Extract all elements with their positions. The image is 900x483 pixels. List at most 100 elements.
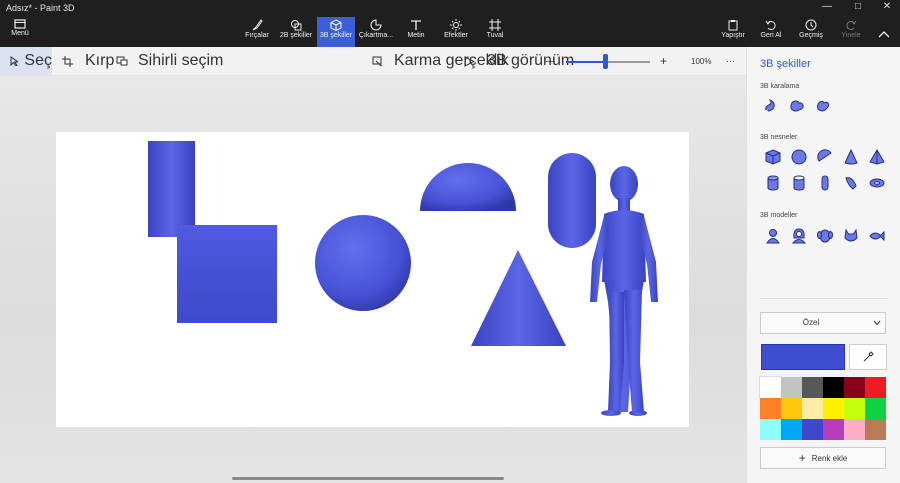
color-swatch[interactable]	[781, 419, 802, 440]
eyedropper-icon	[863, 351, 874, 362]
fish-icon[interactable]	[867, 226, 887, 246]
cat-icon[interactable]	[841, 226, 861, 246]
undo-button[interactable]: Geri Al	[752, 17, 790, 47]
redo-button[interactable]: Yinele	[832, 17, 870, 47]
color-swatch[interactable]	[844, 377, 865, 398]
history-label: Geçmiş	[799, 32, 823, 39]
tab-text[interactable]: Metin	[397, 17, 435, 47]
hemisphere-shape[interactable]	[420, 163, 516, 211]
cylinder-icon[interactable]	[763, 173, 783, 193]
drawing-canvas[interactable]	[56, 132, 689, 427]
zoom-slider-fill	[566, 61, 606, 63]
person-model[interactable]	[590, 166, 658, 416]
color-swatch[interactable]	[781, 377, 802, 398]
current-color-swatch[interactable]	[761, 344, 845, 370]
tab-stickers[interactable]: Çıkartma...	[357, 17, 395, 47]
sharp-doodle-icon[interactable]	[761, 95, 781, 115]
menu-button[interactable]: Menü	[2, 17, 38, 47]
tab-label: Efektler	[444, 32, 468, 39]
paste-button[interactable]: Yapıştır	[714, 17, 752, 47]
text-icon	[411, 20, 421, 30]
tab-canvas[interactable]: Tuval	[476, 17, 514, 47]
close-button[interactable]: ✕	[872, 1, 900, 15]
mixed-reality-icon	[372, 56, 383, 66]
paste-label: Yapıştır	[721, 32, 745, 39]
tab-label: Fırçalar	[245, 32, 269, 39]
cone-donut-icon[interactable]	[841, 173, 861, 193]
chevron-down-icon	[873, 320, 881, 326]
pyramid-icon[interactable]	[867, 147, 887, 167]
sphere-icon[interactable]	[789, 147, 809, 167]
man-icon[interactable]	[763, 226, 783, 246]
color-swatch[interactable]	[865, 398, 886, 419]
color-swatch[interactable]	[823, 398, 844, 419]
eyedropper-button[interactable]	[849, 344, 887, 370]
color-swatch[interactable]	[865, 377, 886, 398]
cone-icon[interactable]	[841, 147, 861, 167]
plus-icon: +	[798, 451, 806, 465]
3d-view-button[interactable]: 3B görünüm	[464, 47, 574, 75]
zoom-slider-thumb[interactable]	[603, 54, 609, 69]
tube-icon[interactable]	[789, 173, 809, 193]
woman-icon[interactable]	[789, 226, 809, 246]
tab-label: Tuval	[486, 32, 504, 39]
zoom-in-button[interactable]: +	[660, 47, 667, 75]
magic-select-tool[interactable]: Sihirli seçim	[116, 47, 223, 75]
color-swatch[interactable]	[823, 377, 844, 398]
minimize-button[interactable]: —	[812, 1, 842, 15]
redo-label: Yinele	[841, 32, 861, 39]
model-tools	[763, 226, 887, 246]
3d-doodle-label: 3B karalama	[760, 83, 800, 90]
hemisphere-icon[interactable]	[815, 147, 835, 167]
undo-label: Geri Al	[760, 32, 782, 39]
dog-icon[interactable]	[815, 226, 835, 246]
color-swatch[interactable]	[781, 398, 802, 419]
color-swatch[interactable]	[823, 419, 844, 440]
color-swatch[interactable]	[865, 419, 886, 440]
3d-objects-label: 3B nesneler	[760, 134, 798, 141]
paste-icon	[728, 20, 738, 31]
sphere-shape[interactable]	[315, 215, 411, 311]
color-swatch[interactable]	[844, 419, 865, 440]
add-color-button[interactable]: + Renk ekle	[760, 447, 886, 469]
tab-3d-shapes[interactable]: 3B şekiller	[317, 17, 355, 47]
material-dropdown[interactable]: Özel	[760, 312, 886, 334]
color-swatch[interactable]	[802, 419, 823, 440]
box-shape[interactable]	[177, 225, 277, 323]
maximize-button[interactable]: □	[843, 1, 873, 15]
donut-icon[interactable]	[867, 173, 887, 193]
tall-box-shape[interactable]	[148, 141, 195, 237]
cone-shape[interactable]	[471, 250, 566, 346]
history-button[interactable]: Geçmiş	[792, 17, 830, 47]
select-tool[interactable]: Seç	[0, 47, 52, 75]
color-swatch[interactable]	[760, 398, 781, 419]
tab-2d-shapes[interactable]: 2B şekiller	[277, 17, 315, 47]
tab-label: Çıkartma...	[358, 32, 394, 39]
tube-doodle-icon[interactable]	[813, 95, 833, 115]
horizontal-scrollbar[interactable]	[232, 477, 504, 480]
magic-select-icon	[116, 56, 128, 66]
tab-effects[interactable]: Efektler	[437, 17, 475, 47]
color-swatch[interactable]	[844, 398, 865, 419]
color-swatch[interactable]	[802, 377, 823, 398]
tab-brushes[interactable]: Fırçalar	[238, 17, 276, 47]
effects-icon	[450, 19, 462, 31]
soft-doodle-icon[interactable]	[787, 95, 807, 115]
menu-label: Menü	[11, 30, 29, 37]
object-tools	[763, 147, 887, 193]
cube-icon	[330, 19, 342, 31]
cursor-icon	[10, 56, 19, 66]
color-swatch[interactable]	[802, 398, 823, 419]
color-swatch[interactable]	[759, 376, 782, 399]
3d-view-label: 3B görünüm	[487, 52, 575, 69]
history-icon	[805, 19, 817, 31]
capsule-icon[interactable]	[815, 173, 835, 193]
crop-tool[interactable]: Kırp	[62, 47, 114, 75]
chevron-up-icon	[878, 31, 890, 38]
cube-icon[interactable]	[763, 147, 783, 167]
collapse-ribbon-button[interactable]	[878, 25, 890, 43]
capsule-shape[interactable]	[548, 153, 596, 248]
more-options-button[interactable]: ···	[726, 47, 735, 75]
zoom-out-button[interactable]: —	[545, 47, 555, 75]
color-swatch[interactable]	[760, 419, 781, 440]
